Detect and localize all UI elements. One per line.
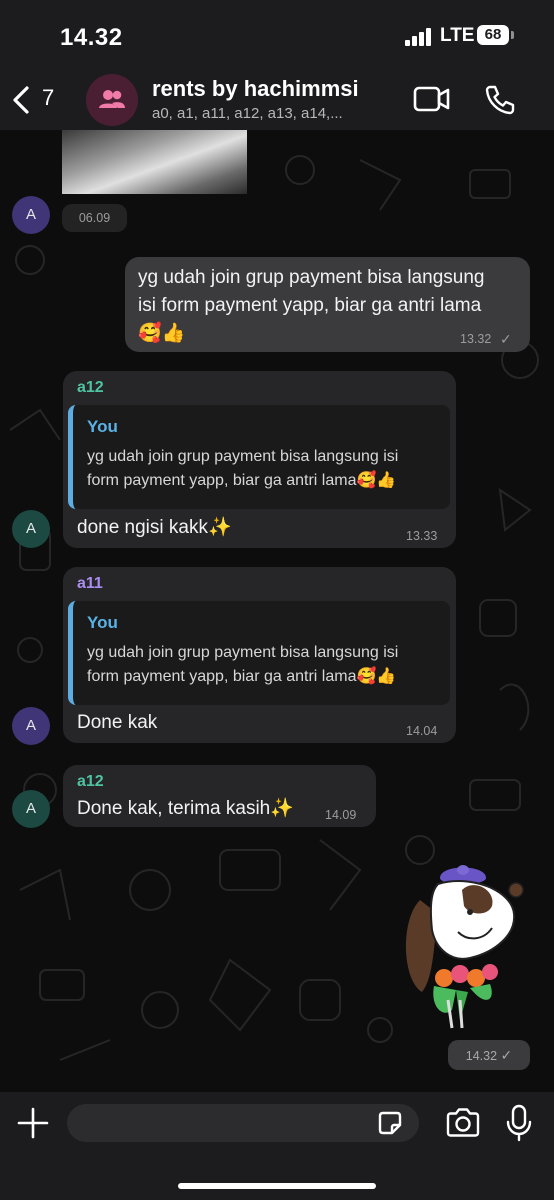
phone-icon[interactable] bbox=[482, 82, 518, 118]
quote-author: You bbox=[87, 613, 118, 632]
quote-author: You bbox=[87, 417, 118, 436]
avatar[interactable]: A bbox=[12, 707, 50, 745]
video-call-icon[interactable] bbox=[412, 82, 452, 116]
outgoing-message-bubble[interactable]: yg udah join grup payment bisa langsung … bbox=[125, 257, 530, 352]
sender-name: a12 bbox=[77, 379, 104, 396]
dog-sticker[interactable] bbox=[400, 860, 530, 1030]
avatar[interactable]: A bbox=[12, 510, 50, 548]
sticker-time: 14.32 bbox=[465, 1049, 498, 1063]
quoted-message[interactable]: You yg udah join grup payment bisa langs… bbox=[68, 405, 450, 509]
quote-text: yg udah join grup payment bisa langsung … bbox=[87, 445, 447, 493]
quote-text-line: form payment yapp, biar ga antri lama🥰👍 bbox=[87, 472, 397, 489]
message-time: 13.33 bbox=[406, 529, 438, 543]
avatar[interactable]: A bbox=[12, 196, 50, 234]
sent-check-icon: ✓ bbox=[500, 1047, 513, 1063]
quote-text-line: yg udah join grup payment bisa langsung … bbox=[87, 448, 399, 465]
quote-text-line: yg udah join grup payment bisa langsung … bbox=[87, 644, 399, 661]
battery-level: 68 bbox=[484, 26, 502, 43]
group-members[interactable]: a0, a1, a11, a12, a13, a14,... bbox=[152, 105, 343, 122]
microphone-icon[interactable] bbox=[504, 1104, 534, 1142]
group-title[interactable]: rents by hachimmsi bbox=[152, 76, 359, 102]
chevron-left-icon bbox=[13, 86, 29, 114]
chat-area: A 06.09 yg udah join grup payment bisa l… bbox=[0, 130, 554, 1092]
sent-check-icon: ✓ bbox=[500, 331, 512, 347]
message-time: 13.32 bbox=[460, 332, 492, 346]
message-text: done ngisi kakk✨ bbox=[77, 517, 232, 538]
message-input[interactable] bbox=[67, 1104, 419, 1142]
signal-icon bbox=[405, 28, 435, 46]
sticker-timestamp: 14.32 ✓ bbox=[448, 1040, 530, 1070]
chat-screen: 14.32 LTE 68 7 rents by hachimmsi a0, a1… bbox=[0, 0, 554, 1200]
message-time: 14.09 bbox=[325, 808, 357, 822]
avatar[interactable]: A bbox=[12, 790, 50, 828]
quote-text-line: form payment yapp, biar ga antri lama🥰👍 bbox=[87, 668, 397, 685]
home-indicator[interactable] bbox=[178, 1183, 376, 1189]
message-emoji: 🥰👍 bbox=[138, 323, 186, 344]
message-text: Done kak bbox=[77, 712, 158, 733]
sticker-icon[interactable] bbox=[375, 1108, 405, 1138]
battery-icon: 68 bbox=[477, 25, 514, 45]
incoming-message-bubble[interactable]: a12 Done kak, terima kasih✨ 14.09 bbox=[63, 765, 376, 827]
group-avatar[interactable] bbox=[86, 74, 138, 126]
status-bar: 14.32 LTE 68 bbox=[0, 0, 554, 70]
shared-photo[interactable] bbox=[62, 130, 247, 194]
photo-timestamp: 06.09 bbox=[62, 204, 127, 232]
sender-name: a12 bbox=[77, 773, 104, 790]
quote-text: yg udah join grup payment bisa langsung … bbox=[87, 641, 447, 689]
network-type: LTE bbox=[440, 25, 475, 46]
incoming-message-bubble[interactable]: a11 You yg udah join grup payment bisa l… bbox=[63, 567, 456, 743]
message-time: 14.04 bbox=[406, 724, 438, 738]
sender-name: a11 bbox=[77, 575, 103, 592]
unread-count: 7 bbox=[42, 85, 55, 110]
message-text-line: isi form payment yapp, biar ga antri lam… bbox=[138, 295, 482, 316]
quoted-message[interactable]: You yg udah join grup payment bisa langs… bbox=[68, 601, 450, 705]
camera-icon[interactable] bbox=[444, 1107, 482, 1139]
incoming-message-bubble[interactable]: a12 You yg udah join grup payment bisa l… bbox=[63, 371, 456, 548]
chat-header: 7 rents by hachimmsi a0, a1, a11, a12, a… bbox=[0, 70, 554, 130]
group-icon bbox=[99, 90, 125, 108]
message-text: Done kak, terima kasih✨ bbox=[77, 798, 294, 819]
message-text-line: yg udah join grup payment bisa langsung bbox=[138, 267, 485, 288]
plus-icon[interactable] bbox=[16, 1106, 50, 1140]
status-time: 14.32 bbox=[60, 24, 123, 51]
